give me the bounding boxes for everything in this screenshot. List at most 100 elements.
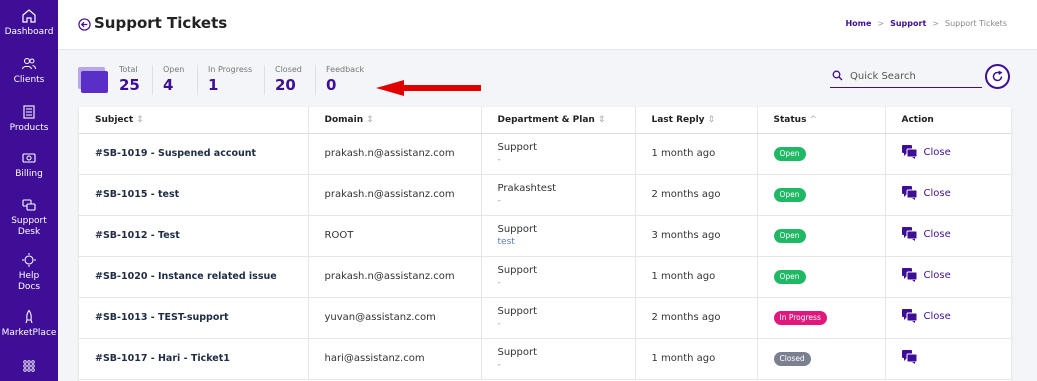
tickets-stack-icon xyxy=(78,67,108,93)
ticket-domain: prakash.n@assistanz.com xyxy=(324,148,455,159)
cell-subject[interactable]: #SB-1020 - Instance related issue xyxy=(79,256,309,298)
annotation-arrow-icon xyxy=(376,80,481,96)
cell-subject[interactable]: #SB-1017 - Hari - Ticket1 xyxy=(79,338,309,380)
home-icon xyxy=(22,9,36,23)
column-label: Department & Plan xyxy=(497,114,595,125)
cell-department: Support - xyxy=(481,256,636,298)
cell-last-reply: 3 months ago xyxy=(635,215,758,257)
table-row[interactable]: #SB-1020 - Instance related issue prakash… xyxy=(79,256,1011,298)
table-row[interactable]: #SB-1017 - Hari - Ticket1 hari@assistanz.… xyxy=(79,338,1011,380)
column-header-department[interactable]: Department & Plan ⇕ xyxy=(481,107,636,134)
table-row[interactable]: #SB-1015 - test prakash.n@assistanz.com Pr… xyxy=(79,174,1011,216)
close-button[interactable]: Close xyxy=(924,188,951,199)
help-docs-icon xyxy=(22,253,36,267)
last-reply: 1 month ago xyxy=(651,148,716,159)
close-ticket-action[interactable]: Close xyxy=(901,309,951,323)
last-reply: 3 months ago xyxy=(651,230,721,241)
sort-icon: ^ xyxy=(809,114,817,125)
close-button[interactable]: Close xyxy=(924,147,951,158)
plan-name: - xyxy=(497,360,501,370)
chat-icon xyxy=(901,227,917,241)
last-reply: 2 months ago xyxy=(651,189,721,200)
quick-search xyxy=(830,67,982,88)
status-badge: In Progress xyxy=(773,310,827,325)
sidebar-item-clients[interactable]: Clients xyxy=(0,56,58,86)
ticket-domain: hari@assistanz.com xyxy=(324,353,425,364)
close-button[interactable]: Close xyxy=(924,311,951,322)
sidebar-item-label: Clients xyxy=(13,75,45,85)
ticket-subject-link[interactable]: #SB-1013 - TEST-support xyxy=(95,312,229,323)
status-badge: Open xyxy=(773,187,806,202)
stat-open: Open 4 xyxy=(152,65,184,95)
table-row[interactable]: #SB-1013 - TEST-support yuvan@assistanz.c… xyxy=(79,297,1011,339)
ticket-subject-link[interactable]: #SB-1020 - Instance related issue xyxy=(95,271,277,282)
cell-subject[interactable]: #SB-1015 - test xyxy=(79,174,309,216)
status-badge: Open xyxy=(773,146,806,161)
close-ticket-action[interactable]: Close xyxy=(901,145,951,159)
column-header-subject[interactable]: Subject ⇕ xyxy=(79,107,309,134)
cell-subject[interactable]: #SB-1012 - Test xyxy=(79,215,309,257)
ticket-domain: ROOT xyxy=(324,230,354,241)
sidebar-item-label: Dashboard xyxy=(4,27,54,37)
cell-status: Open xyxy=(757,133,886,175)
stat-value: 4 xyxy=(163,76,174,94)
ticket-subject-link[interactable]: #SB-1012 - Test xyxy=(95,230,180,241)
close-button[interactable]: Close xyxy=(924,270,951,281)
department-name: Support xyxy=(497,306,538,317)
stat-closed: Closed 20 xyxy=(264,65,302,95)
cell-action: Close xyxy=(885,215,1011,257)
breadcrumb-support[interactable]: Support xyxy=(890,19,926,28)
chat-icon xyxy=(901,309,917,323)
breadcrumb-home[interactable]: Home xyxy=(845,19,871,28)
users-icon xyxy=(21,57,36,70)
close-ticket-action[interactable]: Close xyxy=(901,268,951,282)
last-reply: 1 month ago xyxy=(651,271,716,282)
refresh-button[interactable] xyxy=(985,64,1010,89)
close-ticket-action[interactable]: Close xyxy=(901,186,951,200)
close-button[interactable]: Close xyxy=(924,229,951,240)
column-header-status[interactable]: Status ^ xyxy=(757,107,886,134)
breadcrumb-separator-icon: > xyxy=(877,19,885,28)
cell-domain: prakash.n@assistanz.com xyxy=(308,256,482,298)
billing-icon xyxy=(22,153,36,163)
cell-subject[interactable]: #SB-1013 - TEST-support xyxy=(79,297,309,339)
column-label: Last Reply xyxy=(651,114,705,125)
chat-icon xyxy=(901,350,917,364)
sidebar-item-more-apps[interactable] xyxy=(0,358,58,377)
column-header-last-reply[interactable]: Last Reply ⇕ xyxy=(635,107,758,134)
stat-label: Total xyxy=(119,65,138,74)
table-row[interactable]: #SB-1019 - Suspened account prakash.n@ass… xyxy=(79,133,1011,175)
table-row[interactable]: #SB-1012 - Test ROOT Support test 3 months a… xyxy=(79,215,1011,257)
stat-in-progress: In Progress 1 xyxy=(197,65,252,95)
stat-value: 25 xyxy=(119,76,140,94)
table-body: #SB-1019 - Suspened account prakash.n@ass… xyxy=(79,133,1011,380)
sidebar-item-support-desk[interactable]: Support Desk xyxy=(0,197,58,238)
ticket-subject-link[interactable]: #SB-1017 - Hari - Ticket1 xyxy=(95,353,230,364)
products-icon xyxy=(23,105,35,119)
status-badge: Open xyxy=(773,269,806,284)
ticket-subject-link[interactable]: #SB-1015 - test xyxy=(95,189,179,200)
cell-action: Close xyxy=(885,133,1011,175)
search-input[interactable] xyxy=(850,68,976,84)
column-header-domain[interactable]: Domain ⇕ xyxy=(308,107,482,134)
cell-status: Open xyxy=(757,256,886,298)
sidebar-item-help-docs[interactable]: Help Docs xyxy=(0,252,58,293)
sidebar-item-label: MarketPlace xyxy=(1,328,57,338)
stat-value: 20 xyxy=(275,76,296,94)
sidebar-item-dashboard[interactable]: Dashboard xyxy=(0,8,58,38)
ticket-subject-link[interactable]: #SB-1019 - Suspened account xyxy=(95,148,256,159)
sidebar-item-label: Help xyxy=(18,271,40,281)
plan-name[interactable]: test xyxy=(498,237,635,247)
close-ticket-action[interactable]: Close xyxy=(901,227,951,241)
department-name: Support xyxy=(497,347,538,358)
page-title: Support Tickets xyxy=(94,14,228,32)
sidebar-item-products[interactable]: Products xyxy=(0,104,58,134)
sidebar-item-billing[interactable]: Billing xyxy=(0,150,58,180)
cell-subject[interactable]: #SB-1019 - Suspened account xyxy=(79,133,309,175)
close-ticket-action[interactable] xyxy=(901,350,918,364)
sidebar-item-label-2: Docs xyxy=(17,282,41,292)
sidebar-item-marketplace[interactable]: MarketPlace xyxy=(0,309,58,339)
stat-label: Feedback xyxy=(326,65,365,74)
back-arrow-icon[interactable] xyxy=(78,18,91,31)
page-header: Support Tickets Home > Support > Support Tic… xyxy=(58,0,1037,50)
